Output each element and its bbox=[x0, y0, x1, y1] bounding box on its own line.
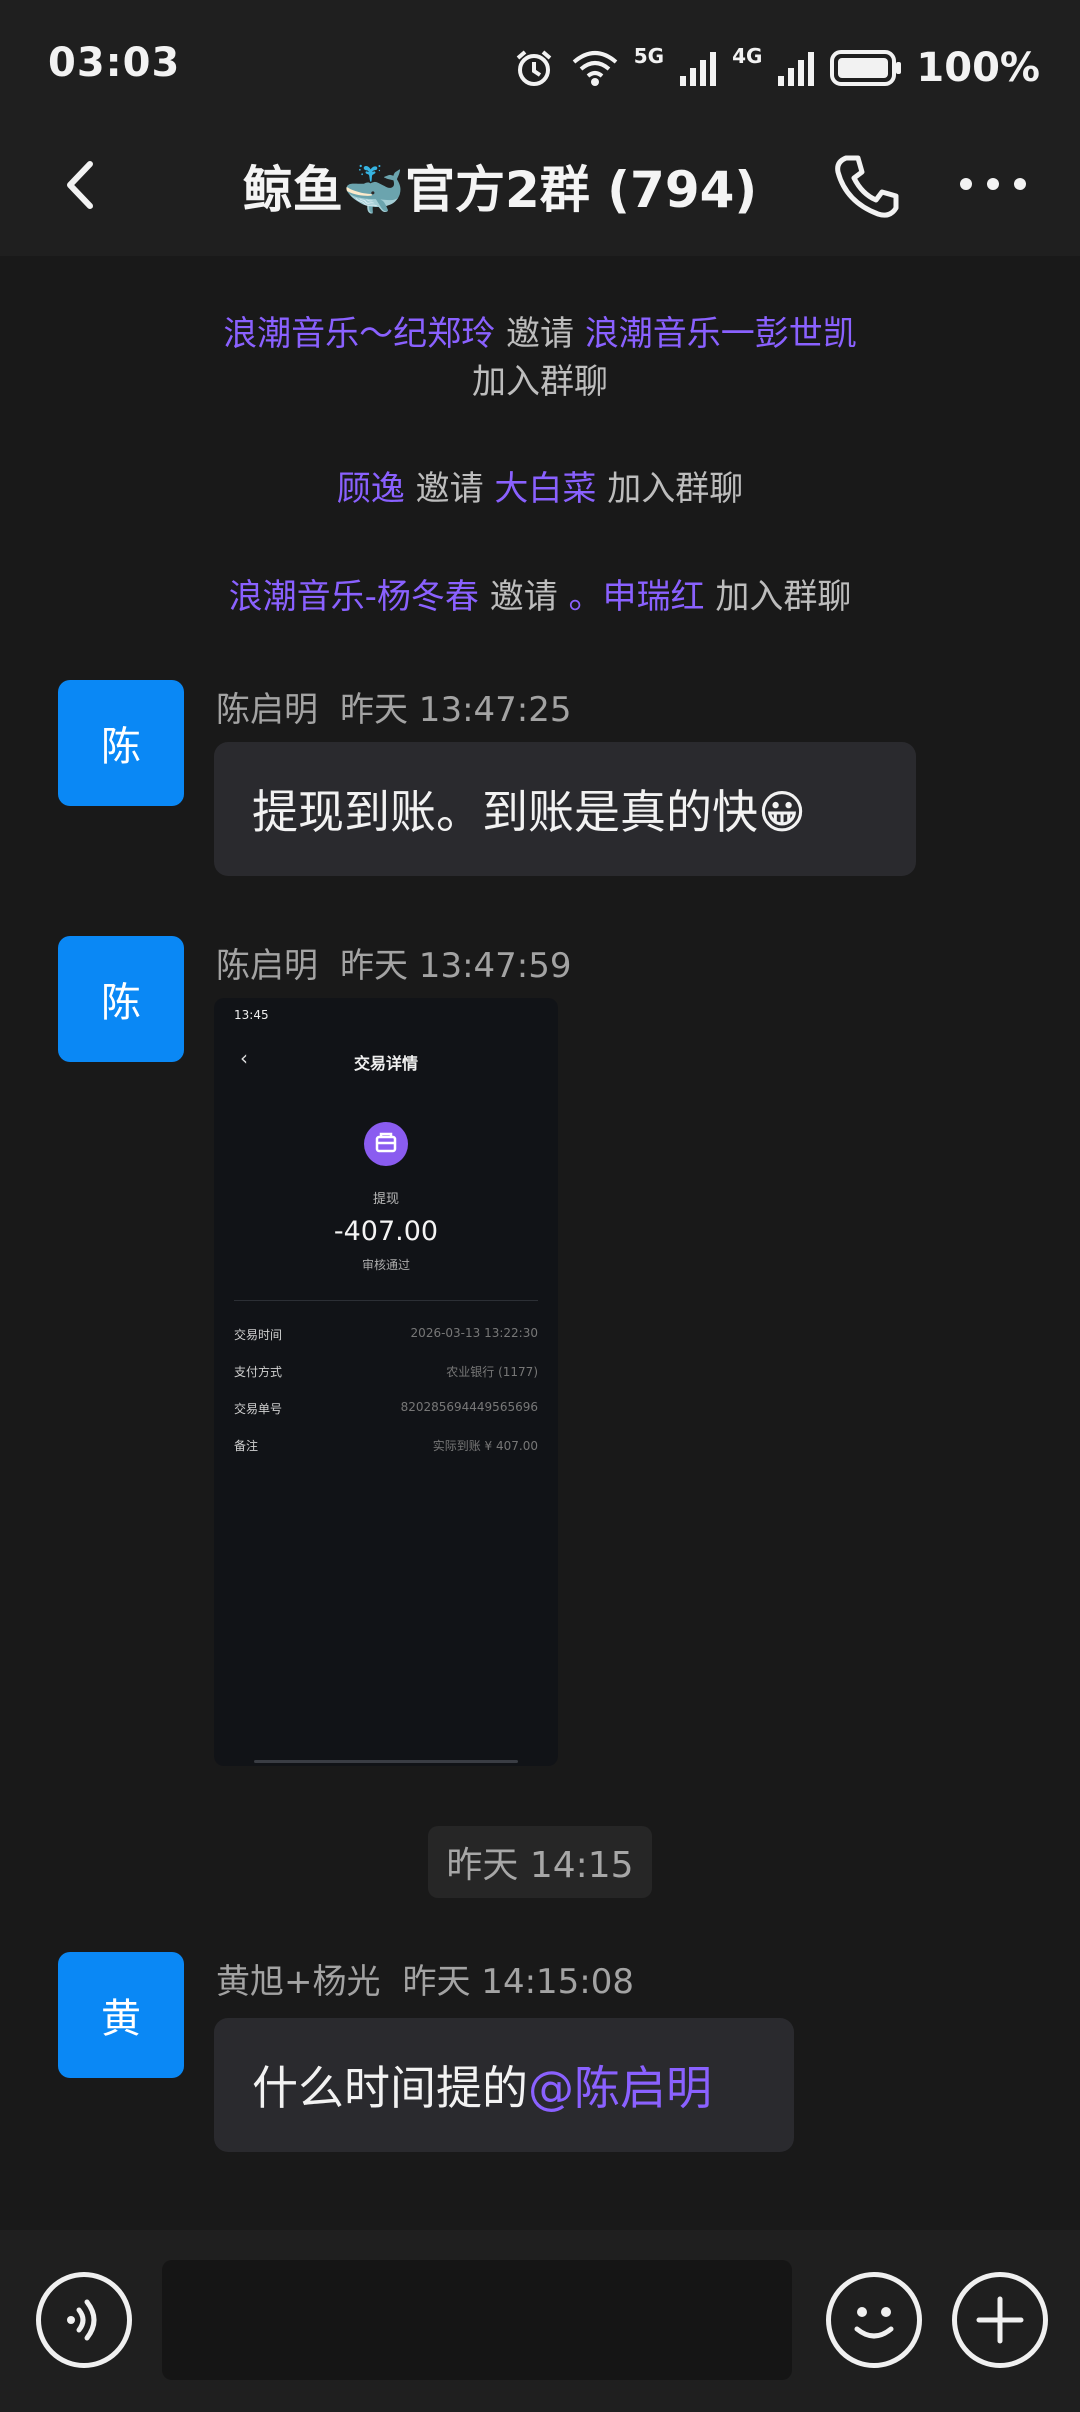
battery-icon bbox=[830, 50, 902, 86]
receipt-amount: -407.00 bbox=[333, 1216, 439, 1247]
voice-icon bbox=[67, 2299, 97, 2341]
emoji-icon bbox=[854, 2307, 894, 2339]
receipt-value: 2026-03-13 13:22:30 bbox=[410, 1326, 538, 1340]
message-time: 昨天 13:47:59 bbox=[340, 946, 572, 986]
receipt-value: 农业银行 (1177) bbox=[446, 1365, 538, 1379]
message-meta: 陈启明 昨天 13:47:59 bbox=[216, 938, 572, 987]
sender-name[interactable]: 陈启明 bbox=[216, 690, 318, 730]
receipt-row: 交易单号 820285694449565696 bbox=[234, 1400, 538, 1417]
plus-icon bbox=[976, 2296, 1024, 2344]
phone-icon[interactable] bbox=[832, 152, 902, 222]
invitee-name[interactable]: 。申瑞红 bbox=[569, 577, 705, 617]
network-4g-label: 4G bbox=[732, 44, 763, 68]
message-time: 昨天 13:47:25 bbox=[340, 690, 572, 730]
network-5g-label: 5G bbox=[633, 44, 665, 68]
receipt-type-label: 提现 bbox=[372, 1192, 399, 1207]
avatar[interactable]: 陈 bbox=[58, 936, 184, 1062]
image-message-receipt[interactable]: 13:45 ‹ 交易详情 提现 -407.00 审核通过 交易时间 2026-03… bbox=[214, 998, 558, 1766]
receipt-key: 备注 bbox=[234, 1439, 259, 1453]
sender-name[interactable]: 陈启明 bbox=[216, 946, 318, 986]
join-text: 加入群聊 bbox=[472, 362, 608, 402]
message-input[interactable] bbox=[162, 2260, 792, 2380]
message-bubble[interactable]: 提现到账。到账是真的快😀 bbox=[214, 742, 916, 876]
receipt-key: 交易单号 bbox=[234, 1402, 283, 1416]
avatar[interactable]: 陈 bbox=[58, 680, 184, 806]
more-icon[interactable] bbox=[956, 172, 1030, 196]
back-arrow-icon[interactable] bbox=[60, 158, 100, 212]
message-text: 什么时间提的 bbox=[252, 2061, 528, 2115]
system-message: 浪潮音乐～纪郑玲 邀请 浪潮音乐一彭世凯 加入群聊 bbox=[0, 310, 1080, 406]
inviter-name[interactable]: 浪潮音乐-杨冬春 bbox=[229, 577, 479, 617]
receipt-key: 交易时间 bbox=[234, 1328, 283, 1342]
wifi-icon bbox=[572, 51, 618, 86]
emoji-button[interactable] bbox=[826, 2272, 922, 2368]
join-text: 加入群聊 bbox=[704, 577, 852, 617]
receipt-divider bbox=[234, 1300, 538, 1301]
message-text: 提现到账。到账是真的快😀 bbox=[252, 785, 806, 839]
inviter-name[interactable]: 浪潮音乐～纪郑玲 bbox=[223, 314, 495, 354]
message-time: 昨天 14:15:08 bbox=[402, 1962, 635, 2002]
signal-icon bbox=[680, 52, 717, 86]
invite-text: 邀请 bbox=[495, 314, 585, 354]
battery-percent: 100% bbox=[916, 45, 1040, 91]
message-meta: 黄旭+杨光 昨天 14:15:08 bbox=[216, 1954, 634, 2003]
invitee-name[interactable]: 浪潮音乐一彭世凯 bbox=[585, 314, 857, 354]
receipt-row: 备注 实际到账 ¥ 407.00 bbox=[234, 1437, 538, 1454]
receipt-title: 交易详情 bbox=[353, 1054, 418, 1073]
wallet-icon bbox=[364, 1122, 408, 1166]
avatar[interactable]: 黄 bbox=[58, 1952, 184, 2078]
join-text: 加入群聊 bbox=[596, 469, 744, 509]
voice-button[interactable] bbox=[36, 2272, 132, 2368]
plus-button[interactable] bbox=[952, 2272, 1048, 2368]
system-message: 顾逸 邀请 大白菜 加入群聊 bbox=[0, 465, 1080, 513]
receipt-status-time: 13:45 bbox=[234, 1008, 269, 1022]
sender-name[interactable]: 黄旭+杨光 bbox=[216, 1962, 381, 2002]
message-bubble[interactable]: 什么时间提的 @陈启明 bbox=[214, 2018, 794, 2152]
time-divider: 昨天 14:15 bbox=[428, 1826, 652, 1898]
receipt-value: 820285694449565696 bbox=[400, 1400, 538, 1414]
inviter-name[interactable]: 顾逸 bbox=[337, 469, 405, 509]
alarm-icon bbox=[516, 50, 552, 86]
signal-icon bbox=[778, 52, 815, 86]
receipt-key: 支付方式 bbox=[234, 1365, 283, 1379]
receipt-state: 审核通过 bbox=[361, 1258, 410, 1272]
system-message: 浪潮音乐-杨冬春 邀请 。申瑞红 加入群聊 bbox=[0, 573, 1080, 621]
invitee-name[interactable]: 大白菜 bbox=[494, 469, 596, 509]
invite-text: 邀请 bbox=[404, 469, 495, 509]
time-divider-wrap: 昨天 14:15 bbox=[0, 1826, 1080, 1898]
status-time: 03:03 bbox=[48, 40, 181, 86]
receipt-row: 交易时间 2026-03-13 13:22:30 bbox=[234, 1326, 538, 1343]
receipt-value: 实际到账 ¥ 407.00 bbox=[432, 1439, 538, 1453]
receipt-home-indicator bbox=[254, 1760, 518, 1763]
status-icons: 5G 4G 100% bbox=[512, 40, 1040, 96]
message-meta: 陈启明 昨天 13:47:25 bbox=[216, 682, 572, 731]
mention-link[interactable]: @陈启明 bbox=[528, 2052, 712, 2118]
receipt-row: 支付方式 农业银行 (1177) bbox=[234, 1363, 538, 1380]
chat-title: 鲸鱼🐳官方2群 (794) bbox=[242, 161, 758, 219]
invite-text: 邀请 bbox=[478, 577, 569, 617]
